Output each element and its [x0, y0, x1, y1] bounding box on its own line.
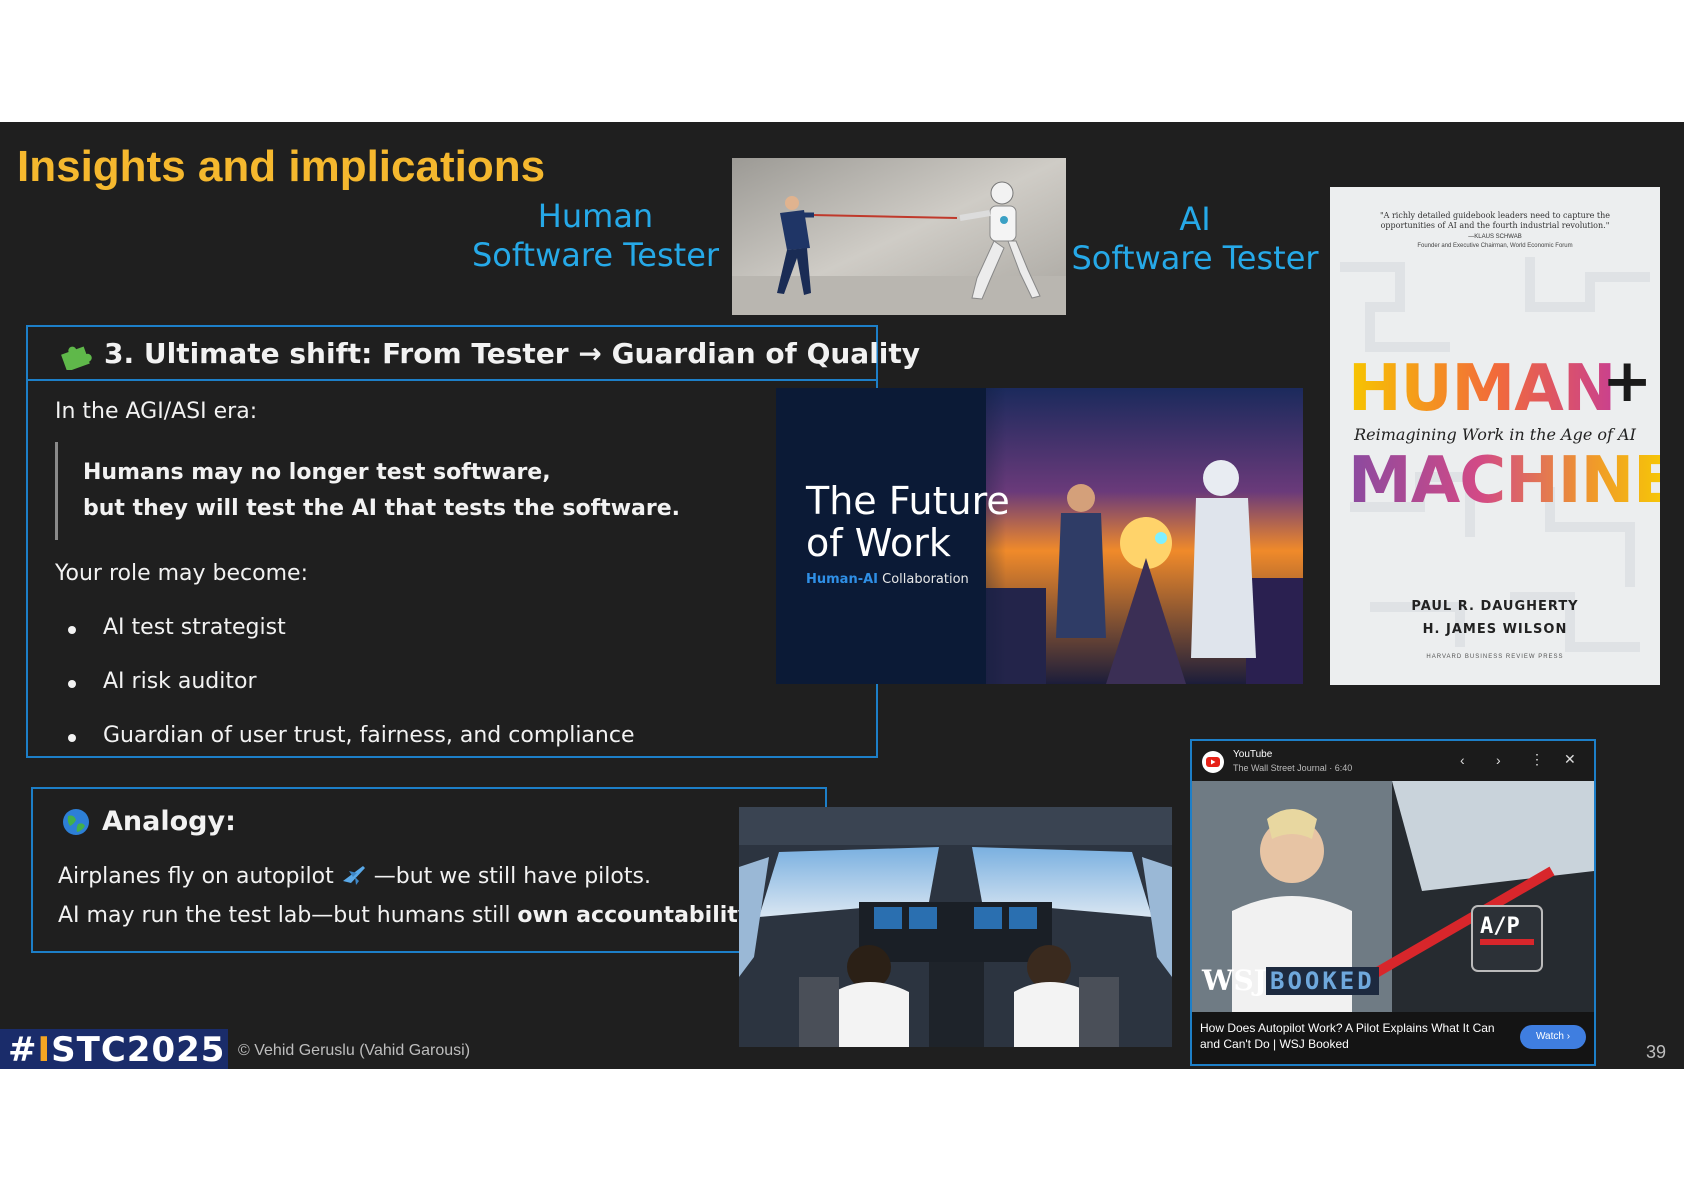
video-platform: YouTube [1233, 749, 1273, 760]
book-quote-author: —KLAUS SCHWAB [1468, 234, 1522, 240]
analogy-line-2-start: AI may run the test lab—but humans still [58, 903, 518, 928]
role-item: AI test strategist [103, 615, 286, 640]
booked-logo: BOOKED [1266, 967, 1379, 995]
airplane-icon [341, 863, 367, 891]
book-subtitle: Reimagining Work in the Age of AI [1354, 425, 1636, 444]
human-tester-label: Human Software Tester [471, 197, 720, 274]
istc-logo: #ISTC2025 [0, 1029, 228, 1069]
footer-copyright: © Vehid Geruslu (Vahid Garousi) [238, 1042, 471, 1059]
future-title-line-2: of Work [806, 521, 951, 565]
analogy-line-2: AI may run the test lab—but humans still… [58, 903, 759, 928]
future-subtitle: Collaboration [878, 572, 969, 587]
role-item: Guardian of user trust, fairness, and co… [103, 723, 635, 748]
slide: Insights and implications Human Software… [0, 122, 1684, 1069]
istc-stc: STC [51, 1030, 127, 1069]
puzzle-icon [58, 340, 92, 376]
human-machine-book-cover: "A richly detailed guidebook leaders nee… [1330, 187, 1660, 685]
analogy-line-1-start: Airplanes fly on autopilot [58, 864, 334, 889]
istc-hash: # [8, 1030, 38, 1069]
youtube-video-embed[interactable]: YouTube The Wall Street Journal · 6:40 ‹… [1190, 739, 1596, 1066]
bullet-dot [68, 734, 76, 742]
ultimate-shift-heading: 3. Ultimate shift: From Tester → Guardia… [104, 337, 921, 370]
slide-title: Insights and implications [17, 142, 546, 191]
era-text: In the AGI/ASI era: [55, 399, 258, 424]
book-quote: "A richly detailed guidebook leaders nee… [1379, 211, 1610, 230]
book-quote-author-role: Founder and Executive Chairman, World Ec… [1417, 243, 1573, 249]
analogy-accountability: own accountability [517, 903, 753, 928]
quote-line-2: but they will test the AI that tests the… [83, 496, 680, 521]
book-publisher: HARVARD BUSINESS REVIEW PRESS [1426, 654, 1564, 660]
book-title-plus: + [1602, 346, 1653, 416]
wsj-logo: WSJ [1202, 964, 1267, 997]
video-thumbnail[interactable]: A/P WSJ BOOKED [1192, 781, 1594, 1012]
quote-line-1: Humans may no longer test software, [83, 460, 551, 485]
autopilot-label: A/P [1480, 914, 1520, 939]
video-caption: How Does Autopilot Work? A Pilot Explain… [1200, 1021, 1495, 1051]
more-options-icon[interactable]: ⋮ [1530, 751, 1544, 768]
next-icon[interactable]: › [1496, 752, 1501, 768]
role-item: AI risk auditor [103, 669, 257, 694]
book-title-machine: MACHINE [1348, 449, 1660, 513]
future-title-line-1: The Future [806, 479, 1010, 523]
tug-of-war-image [732, 158, 1066, 315]
bullet-dot [68, 680, 76, 688]
bullet-dot [68, 626, 76, 634]
analogy-line-1-end: —but we still have pilots. [373, 864, 651, 889]
analogy-heading: Analogy: [102, 806, 236, 837]
future-of-work-image: The Future of Work Human-AI Collaboratio… [776, 388, 1303, 684]
ai-tester-label: AI Software Tester [1071, 200, 1319, 277]
future-subtitle-highlight: Human-AI [806, 572, 879, 587]
quote-bar [55, 442, 58, 540]
page-number: 39 [1646, 1042, 1667, 1062]
previous-icon[interactable]: ‹ [1460, 752, 1465, 768]
globe-icon [62, 808, 90, 841]
video-channel: The Wall Street Journal · 6:40 [1233, 763, 1353, 773]
cockpit-image [739, 807, 1172, 1047]
youtube-logo-icon [1202, 751, 1224, 773]
close-icon[interactable]: ✕ [1564, 751, 1576, 768]
istc-i: I [37, 1030, 52, 1069]
istc-year: 2025 [126, 1030, 226, 1069]
book-title-human: HUMAN [1348, 352, 1616, 426]
role-intro: Your role may become: [55, 561, 308, 586]
book-author-1: PAUL R. DAUGHERTY [1411, 599, 1579, 614]
book-author-2: H. JAMES WILSON [1422, 622, 1568, 637]
watch-button[interactable]: Watch › [1520, 1025, 1586, 1049]
analogy-line-1: Airplanes fly on autopilot —but we still… [58, 863, 651, 891]
